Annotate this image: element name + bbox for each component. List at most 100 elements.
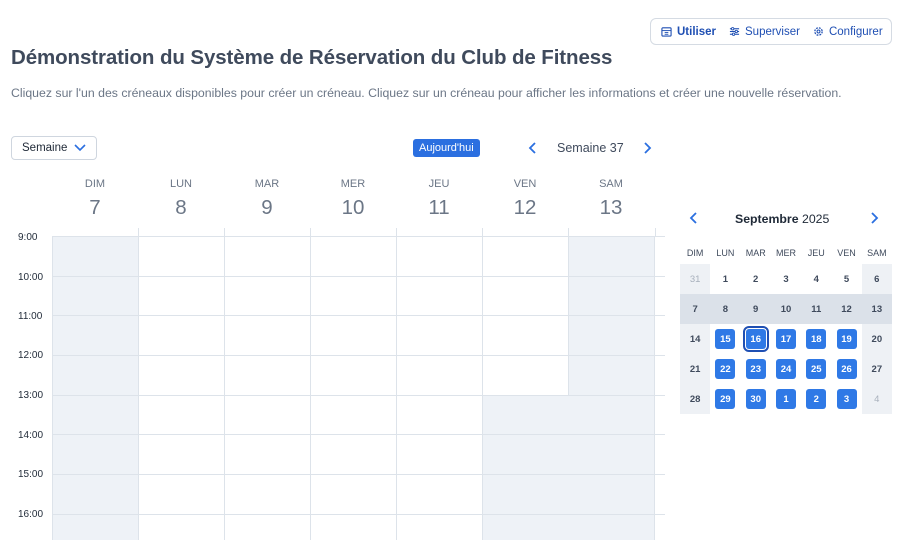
- weekday-label: MAR: [745, 248, 766, 258]
- calendar-day[interactable]: 11: [801, 294, 831, 324]
- sliders-icon: [729, 27, 740, 36]
- calendar-day-available[interactable]: 25: [801, 354, 831, 384]
- calendar-day[interactable]: 3: [771, 264, 801, 294]
- calendar-day-available[interactable]: 18: [801, 324, 831, 354]
- calendar-day[interactable]: 7: [680, 294, 711, 324]
- time-label: 15:00: [18, 469, 44, 480]
- week-day-headers: DIM 7 LUN 8 MAR 9 MER 10 JEU 11 VEN 12 SAM 13: [52, 176, 656, 236]
- day-column-mon[interactable]: [139, 236, 225, 540]
- day-header-tue[interactable]: MAR 9: [224, 176, 310, 236]
- day-column-fri[interactable]: [483, 236, 569, 540]
- weekday-label: MER: [775, 248, 796, 258]
- calendar-day[interactable]: 4: [801, 264, 831, 294]
- chevron-left-icon: [528, 142, 536, 154]
- view-select-value: Semaine: [22, 142, 68, 154]
- view-select[interactable]: Semaine: [11, 136, 97, 160]
- calendar-day[interactable]: 13: [861, 294, 892, 324]
- chevron-right-icon: [871, 212, 879, 224]
- day-column-tue[interactable]: [225, 236, 311, 540]
- weekday-label: JEU: [807, 248, 825, 258]
- weekday-label: SAM: [867, 248, 887, 258]
- calendar-week-row: 21 22 23 24 25 26 27: [680, 354, 892, 384]
- mode-utiliser[interactable]: Utiliser: [661, 26, 716, 38]
- calendar-day[interactable]: 31: [680, 264, 711, 294]
- calendar-day-available[interactable]: 3: [831, 384, 861, 414]
- calendar-week-row: 14 15 16 17 18 19 20: [680, 324, 892, 354]
- calendar-day-available[interactable]: 17: [771, 324, 801, 354]
- calendar-day[interactable]: 20: [861, 324, 892, 354]
- day-column-thu[interactable]: [397, 236, 483, 540]
- calendar-day[interactable]: 27: [861, 354, 892, 384]
- calendar-day[interactable]: 6: [861, 264, 892, 294]
- mode-superviser[interactable]: Superviser: [729, 26, 800, 38]
- hour-line: [53, 514, 665, 515]
- day-name: MER: [340, 178, 366, 190]
- calendar-day[interactable]: 8: [710, 294, 740, 324]
- previous-month-button[interactable]: [687, 210, 701, 226]
- calendar-day-available[interactable]: 22: [710, 354, 740, 384]
- calendar-day[interactable]: 14: [680, 324, 711, 354]
- day-header-fri[interactable]: VEN 12: [482, 176, 568, 236]
- page-subtitle: Cliquez sur l'un des créneaux disponible…: [11, 86, 842, 100]
- calendar-day[interactable]: 1: [710, 264, 740, 294]
- calendar-day-available[interactable]: 29: [710, 384, 740, 414]
- hour-line: [53, 474, 665, 475]
- today-button[interactable]: Aujourd'hui: [413, 139, 480, 157]
- day-header-wed[interactable]: MER 10: [310, 176, 396, 236]
- hour-line: [53, 355, 665, 356]
- year: 2025: [801, 212, 830, 226]
- calendar-week-row: 28 29 30 1 2 3 4: [680, 384, 892, 414]
- calendar-day-available[interactable]: 24: [771, 354, 801, 384]
- calendar-day-available[interactable]: 19: [831, 324, 861, 354]
- day-name: DIM: [84, 178, 106, 190]
- day-header-thu[interactable]: JEU 11: [396, 176, 482, 236]
- calendar-day-available[interactable]: 2: [801, 384, 831, 414]
- calendar-day[interactable]: 2: [741, 264, 771, 294]
- time-label: 9:00: [18, 232, 38, 243]
- calendar-day[interactable]: 4: [861, 384, 892, 414]
- day-header-sat[interactable]: SAM 13: [568, 176, 654, 236]
- calendar-day[interactable]: 9: [741, 294, 771, 324]
- calendar-day-available[interactable]: 15: [710, 324, 740, 354]
- calendar-day-available[interactable]: 1: [771, 384, 801, 414]
- day-date: 7: [89, 196, 101, 219]
- calendar-day-available[interactable]: 26: [831, 354, 861, 384]
- next-week-button[interactable]: [639, 139, 655, 157]
- mode-label: Configurer: [828, 25, 883, 38]
- day-header-sun[interactable]: DIM 7: [52, 176, 138, 236]
- hour-line: [53, 395, 665, 396]
- unavailable-block: [483, 395, 569, 540]
- mode-configurer[interactable]: Configurer: [813, 26, 883, 38]
- day-name: MAR: [254, 178, 280, 190]
- day-name: JEU: [428, 178, 450, 190]
- calendar-day[interactable]: 28: [680, 384, 711, 414]
- day-column-wed[interactable]: [311, 236, 397, 540]
- day-name: LUN: [169, 178, 192, 190]
- calendar-day-today[interactable]: 16: [741, 324, 771, 354]
- day-column-sat[interactable]: [569, 236, 655, 540]
- calendar-day-available[interactable]: 23: [741, 354, 771, 384]
- month-name: Septembre: [735, 212, 799, 226]
- time-label: 14:00: [18, 430, 44, 441]
- calendar-day[interactable]: 21: [680, 354, 711, 384]
- day-date: 8: [175, 196, 187, 219]
- calendar-day-available[interactable]: 30: [741, 384, 771, 414]
- day-name: SAM: [599, 178, 623, 190]
- time-label: 10:00: [18, 272, 44, 283]
- weekday-label: DIM: [686, 248, 704, 258]
- previous-week-button[interactable]: [525, 139, 541, 157]
- day-name: VEN: [513, 178, 537, 190]
- calendar-icon: [661, 27, 672, 37]
- grid-top-ticks: [52, 228, 656, 236]
- gear-icon: [814, 27, 823, 36]
- calendar-day[interactable]: 5: [831, 264, 861, 294]
- day-date: 12: [513, 196, 537, 219]
- next-month-button[interactable]: [867, 210, 881, 226]
- chevron-down-icon: [74, 144, 86, 152]
- mode-switcher: Utiliser Superviser Configurer: [650, 18, 892, 45]
- day-column-sun[interactable]: [53, 236, 139, 540]
- time-label: 11:00: [18, 311, 43, 322]
- calendar-day[interactable]: 10: [771, 294, 801, 324]
- day-header-mon[interactable]: LUN 8: [138, 176, 224, 236]
- calendar-day[interactable]: 12: [831, 294, 861, 324]
